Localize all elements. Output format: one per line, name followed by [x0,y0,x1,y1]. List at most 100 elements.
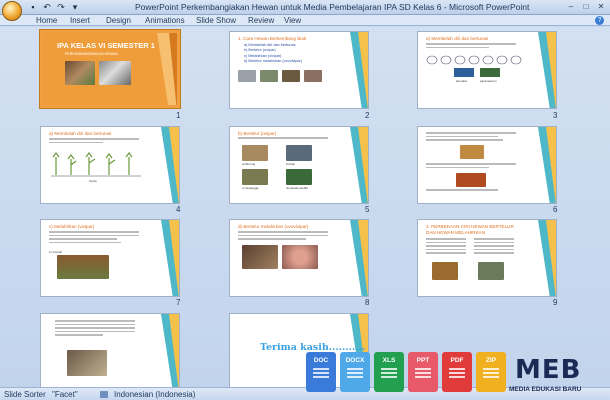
ribbon-tabs: Home Insert Design Animations Slide Show… [0,15,610,26]
slide-thumbnail-3[interactable]: a) Membelah diri dan bertunas amoeba par… [417,31,557,109]
slide-list: a) Membelah diri dan bertunas b) Bertelu… [244,43,334,65]
slide-title: IPA KELAS VI SEMESTER 1 [57,41,155,50]
slide-body-text [49,138,139,145]
slide-body-text [426,189,516,193]
docx-file-icon: DOCX [340,352,370,392]
maximize-icon[interactable]: □ [579,1,593,13]
slide-decoration [538,32,556,108]
title-bar: ▪ ↶ ↷ ▾ PowerPoint Perkembangiakan Hewan… [0,0,610,21]
animal-photo [282,70,300,82]
slide-number: 6 [553,205,558,214]
image-caption: 1) Contoh [49,250,63,254]
animal-photo [260,70,278,82]
slide-decoration [161,314,179,390]
slide-thumbnail-7[interactable]: c) Melahirkan (vivipar) 1) Contoh [40,219,180,297]
slide-thumbnail-4[interactable]: a) Membelah diri dan bertunas hydra [40,126,180,204]
window-title: PowerPoint Perkembangiakan Hewan untuk M… [135,2,530,12]
xls-file-icon: XLS [374,352,404,392]
slide-number: 4 [176,205,181,214]
animal-photo [242,245,278,269]
slide-number: 3 [553,111,558,120]
help-icon[interactable]: ? [595,16,604,25]
animal-photo [65,61,95,85]
animal-photo [456,173,486,187]
tab-view[interactable]: View [284,15,301,26]
cell-diagram [426,55,522,77]
animal-photo [286,145,312,161]
tab-review[interactable]: Review [248,15,274,26]
image-caption: a) Burung [242,162,256,166]
slide-thumbnail-8[interactable]: d) Bertelur melahirkan (ovovivipar) [229,219,369,297]
spell-check-icon[interactable] [100,391,108,398]
tab-insert[interactable]: Insert [70,15,90,26]
office-button-icon[interactable] [2,1,22,21]
slide-body-text [426,163,516,170]
slide-decoration [538,127,556,203]
language-label[interactable]: Indonesian (Indonesia) [114,389,195,400]
animal-photo [238,70,256,82]
slide-decoration [161,220,179,296]
slide-number: 9 [553,298,558,307]
slide-thumbnail-9[interactable]: 2. PERBEDAAN CIRI HEWAN BERTELUR DAN HEW… [417,219,557,297]
view-mode-label: Slide Sorter [4,390,46,399]
animal-photo [282,245,318,269]
slide-body-text [55,320,135,338]
slide-title: d) Bertelur melahirkan (ovovivipar) [238,224,309,229]
slide-body-text [49,231,139,245]
theme-name: "Facet" [52,390,78,399]
image-caption: b) Ikan [286,162,296,166]
slide-decoration [350,220,368,296]
redo-icon[interactable]: ↷ [56,2,66,12]
slide-list-item: d) Bertelur melahirkan (ovovivipar) [244,59,303,64]
tab-slide-show[interactable]: Slide Show [196,15,236,26]
slide-title: c) Melahirkan (vivipar) [49,224,95,229]
pdf-file-icon: PDF [442,352,472,392]
slide-thumbnail-10[interactable] [40,313,180,391]
slide-thumbnail-2[interactable]: 1. Cara Hewan Berkembang Biak a) Membela… [229,31,369,109]
animal-photo [432,262,458,280]
meb-logo-subtitle: MEDIA EDUKASI BARU [509,386,582,393]
slide-title: b) Bertelur (ovipar) [238,131,277,136]
slide-title: a) Membelah diri dan bertunas [49,131,112,136]
animal-photo [304,70,322,82]
slide-number: 1 [176,111,181,120]
file-type-icons: DOC DOCX XLS PPT PDF ZIP [306,352,506,400]
animal-photo [242,145,268,161]
tab-animations[interactable]: Animations [145,15,185,26]
close-icon[interactable]: ✕ [594,1,608,13]
animal-photo [286,169,312,185]
meb-logo: MEB [515,355,582,385]
animal-photo [242,169,268,185]
window-controls: – □ ✕ [564,1,608,13]
slide-decoration [350,32,368,108]
slide-title: 2. PERBEDAAN CIRI HEWAN BERTELUR DAN HEW… [426,224,514,235]
image-caption: hydra [89,179,97,183]
hydra-diagram [51,152,141,177]
save-icon[interactable]: ▪ [28,2,38,12]
minimize-icon[interactable]: – [564,1,578,13]
slide-body-text [426,43,516,50]
slide-thumbnail-5[interactable]: b) Bertelur (ovipar) a) Burung b) Ikan c… [229,126,369,204]
animal-photo [460,145,484,159]
animal-photo [67,350,107,376]
slide-body-text [238,137,328,141]
slide-body-text [426,132,516,143]
undo-icon[interactable]: ↶ [42,2,52,12]
slide-decoration [538,220,556,296]
image-caption: d) Hewan Amfibi [286,186,308,190]
ppt-file-icon: PPT [408,352,438,392]
slide-thumbnail-1[interactable]: IPA KELAS VI SEMESTER 1 PERKEMBANGBIAKAN… [40,30,180,108]
slide-title: 1. Cara Hewan Berkembang Biak [238,36,307,41]
slide-sorter-pane: IPA KELAS VI SEMESTER 1 PERKEMBANGBIAKAN… [0,27,610,391]
tab-design[interactable]: Design [106,15,131,26]
customize-qat-icon[interactable]: ▾ [70,2,80,12]
quick-access-toolbar: ▪ ↶ ↷ ▾ [28,2,80,12]
slide-decoration [161,127,179,203]
slide-body-text [474,238,514,256]
slide-thumbnail-6[interactable] [417,126,557,204]
tab-home[interactable]: Home [36,15,57,26]
slide-number: 5 [365,205,370,214]
image-caption: paramecium [480,79,497,83]
image-caption: amoeba [456,79,467,83]
image-caption: c) Serangga [242,186,259,190]
